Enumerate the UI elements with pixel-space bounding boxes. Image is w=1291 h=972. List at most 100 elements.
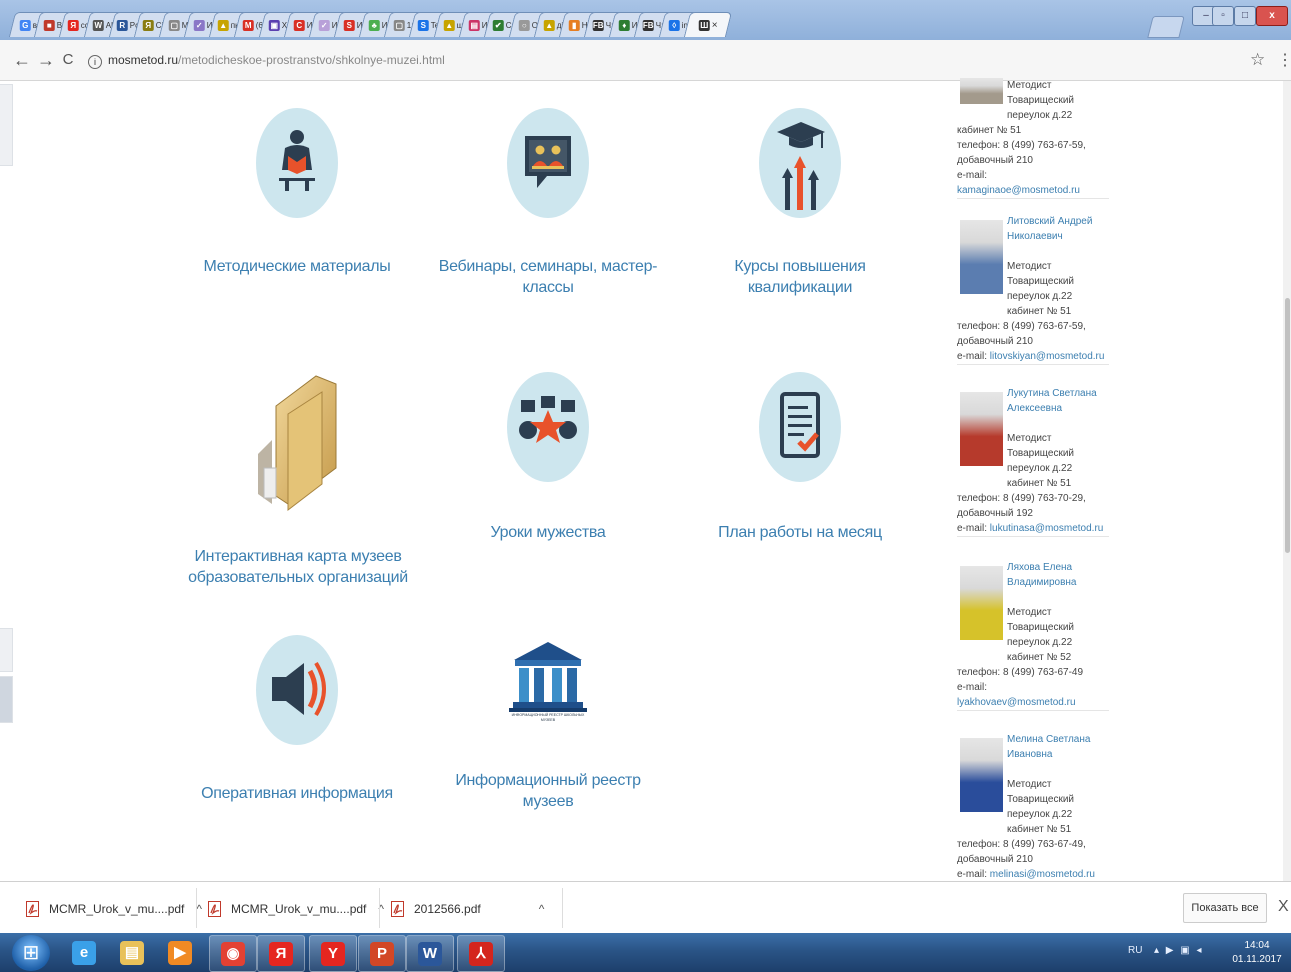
taskbar-app-button[interactable]: P bbox=[358, 935, 406, 972]
staff-line: переулок д.22 bbox=[1007, 463, 1073, 474]
taskbar-app-button[interactable]: W bbox=[406, 935, 454, 972]
bookmark-star-icon[interactable]: ☆ bbox=[1250, 50, 1265, 70]
staff-email-link[interactable]: melinasi@mosmetod.ru bbox=[990, 869, 1095, 880]
close-downloads-button[interactable]: X bbox=[1278, 898, 1289, 916]
taskbar-clock[interactable]: 14:04 01.11.2017 bbox=[1232, 939, 1282, 967]
taskbar-app-button[interactable]: Y bbox=[309, 935, 357, 972]
section-interactive-map[interactable]: Интерактивная карта музеев образовательн… bbox=[180, 370, 416, 588]
address-bar[interactable]: i mosmetod.ru/metodicheskoe-prostranstvo/… bbox=[84, 48, 1274, 72]
taskbar-app-button[interactable]: ⅄ bbox=[457, 935, 505, 972]
start-button[interactable]: ⊞ bbox=[12, 935, 50, 971]
email-label: e-mail: bbox=[957, 523, 988, 534]
forward-button[interactable]: → bbox=[36, 49, 56, 71]
staff-line: Методист bbox=[1007, 261, 1052, 272]
section-label[interactable]: Вебинары, семинары, мастер-классы bbox=[438, 256, 658, 298]
browser-tab-active[interactable]: Ш × bbox=[683, 12, 733, 37]
staff-details: Литовский Андрей Николаевич Методист Товар… bbox=[1007, 214, 1109, 319]
staff-email-link[interactable]: kamaginaoe@mosmetod.ru bbox=[957, 185, 1080, 196]
staff-line: Товарищеский bbox=[1007, 622, 1075, 633]
tab-favicon-icon: Я bbox=[67, 19, 79, 31]
explorer-icon: ▤ bbox=[120, 940, 144, 965]
tabs-row: Gв ■ В Ясс W Al R Pc Я Сі ▢ M ✓ И ▲ пк M (6 ▣ X C И ✓ И S И ♣ И ▢ 1; S… bbox=[8, 12, 733, 40]
staff-details: Методист Товарищеский переулок д.22 bbox=[1007, 78, 1109, 123]
staff-line: Методист bbox=[1007, 433, 1052, 444]
section-label[interactable]: Методические материалы bbox=[196, 256, 398, 277]
clock-date: 01.11.2017 bbox=[1232, 954, 1282, 965]
tab-favicon-icon: ▢ bbox=[168, 19, 180, 31]
language-indicator[interactable]: RU bbox=[1128, 945, 1142, 956]
staff-name[interactable]: Ляхова Елена Владимировна bbox=[1007, 560, 1109, 590]
maximize-button[interactable]: □ bbox=[1234, 6, 1256, 26]
staff-line: Товарищеский bbox=[1007, 276, 1075, 287]
section-methodical-materials[interactable]: Методические материалы bbox=[196, 108, 398, 277]
webinar-chat-icon bbox=[507, 108, 589, 218]
staff-name[interactable]: Мелина Светлана Ивановна bbox=[1007, 732, 1109, 762]
reload-button[interactable]: C bbox=[58, 49, 78, 71]
section-label[interactable]: Интерактивная карта музеев образовательн… bbox=[180, 546, 416, 588]
new-tab-button[interactable] bbox=[1147, 16, 1185, 38]
download-item[interactable]: MCMR_Urok_v_mu....pdf ^ bbox=[26, 896, 202, 922]
tab-favicon-icon: S bbox=[344, 19, 356, 31]
download-item[interactable]: 2012566.pdf ^ bbox=[391, 896, 544, 922]
staff-card: Методист Товарищеский переулок д.22 кабинет… bbox=[957, 78, 1109, 199]
section-label[interactable]: Уроки мужества bbox=[450, 522, 646, 543]
section-label[interactable]: Курсы повышения квалификации bbox=[700, 256, 900, 298]
site-info-icon[interactable]: i bbox=[88, 55, 102, 69]
taskbar-app-button[interactable]: Я bbox=[257, 935, 305, 972]
show-all-downloads-button[interactable]: Показать все bbox=[1183, 893, 1267, 923]
download-options-chevron-icon[interactable]: ^ bbox=[539, 902, 545, 916]
tab-favicon-icon: ▲ bbox=[543, 19, 555, 31]
staff-email-link[interactable]: litovskiyan@mosmetod.ru bbox=[990, 351, 1105, 362]
taskbar-app-button[interactable]: ▶ bbox=[157, 935, 203, 970]
staff-email-link[interactable]: lukutinasa@mosmetod.ru bbox=[990, 523, 1104, 534]
staff-line: переулок д.22 bbox=[1007, 637, 1073, 648]
staff-line: Методист bbox=[1007, 779, 1052, 790]
staff-email-row: kamaginaoe@mosmetod.ru bbox=[957, 183, 1109, 198]
section-label[interactable]: План работы на месяц bbox=[700, 522, 900, 543]
tab-favicon-icon: ✓ bbox=[194, 19, 206, 31]
tab-favicon-icon: M bbox=[243, 19, 255, 31]
section-operative-info[interactable]: Оперативная информация bbox=[196, 635, 398, 804]
section-museum-registry[interactable]: ИНФОРМАЦИОННЫЙ РЕЕСТР ШКОЛЬНЫХ МУЗЕЕВ Ин… bbox=[448, 640, 648, 812]
section-monthly-plan[interactable]: План работы на месяц bbox=[700, 372, 900, 543]
tab-favicon-icon: C bbox=[294, 19, 306, 31]
section-label[interactable]: Информационный реестр музеев bbox=[448, 770, 648, 812]
download-item[interactable]: MCMR_Urok_v_mu....pdf ^ bbox=[208, 896, 384, 922]
close-tab-icon[interactable]: × bbox=[711, 20, 717, 31]
acrobat-icon: ⅄ bbox=[469, 941, 493, 966]
tab-favicon-icon: ▮ bbox=[568, 19, 580, 31]
restore-button[interactable]: ▫ bbox=[1212, 6, 1234, 26]
staff-name[interactable]: Лукутина Светлана Алексеевна bbox=[1007, 386, 1109, 416]
download-options-chevron-icon[interactable]: ^ bbox=[196, 902, 202, 916]
section-courage-lessons[interactable]: Уроки мужества bbox=[450, 372, 646, 543]
staff-photo bbox=[960, 738, 1003, 812]
taskbar-app-button[interactable]: ◉ bbox=[209, 935, 257, 972]
scrollbar-thumb[interactable] bbox=[1285, 298, 1290, 553]
download-filename: MCMR_Urok_v_mu....pdf bbox=[49, 902, 185, 916]
left-panel-fragment bbox=[0, 84, 13, 166]
staff-line: Методист bbox=[1007, 80, 1052, 91]
section-label[interactable]: Оперативная информация bbox=[196, 783, 398, 804]
staff-line: переулок д.22 bbox=[1007, 291, 1073, 302]
staff-contact: e-mail: bbox=[957, 682, 988, 693]
staff-line: Товарищеский bbox=[1007, 448, 1075, 459]
back-button[interactable]: ← bbox=[12, 49, 32, 71]
close-window-button[interactable]: x bbox=[1256, 6, 1288, 26]
section-webinars[interactable]: Вебинары, семинары, мастер-классы bbox=[438, 108, 658, 298]
browser-menu-icon[interactable]: ⋮ bbox=[1277, 50, 1291, 70]
taskbar-app-button[interactable]: e bbox=[61, 935, 107, 970]
taskbar-app-button[interactable]: ▤ bbox=[109, 935, 155, 970]
left-sidebar-edge bbox=[0, 81, 12, 881]
staff-name[interactable]: Литовский Андрей Николаевич bbox=[1007, 214, 1109, 244]
url-host: mosmetod.ru bbox=[108, 53, 179, 67]
ie-icon: e bbox=[72, 940, 96, 965]
staff-contact: телефон: 8 (499) 763-67-59, bbox=[957, 321, 1086, 332]
staff-email-link[interactable]: lyakhovaev@mosmetod.ru bbox=[957, 697, 1076, 708]
tray-icons[interactable]: ▴ ▶ ▣ ◂ bbox=[1154, 945, 1204, 956]
tab-favicon-icon: ♦ bbox=[619, 19, 631, 31]
section-courses[interactable]: Курсы повышения квалификации bbox=[700, 108, 900, 298]
tab-favicon-icon: FB bbox=[593, 19, 605, 31]
url-path: /metodicheskoe-prostranstvo/shkolnye-muz… bbox=[178, 53, 445, 67]
download-divider bbox=[196, 888, 197, 928]
tab-favicon-icon: ▤ bbox=[469, 19, 481, 31]
